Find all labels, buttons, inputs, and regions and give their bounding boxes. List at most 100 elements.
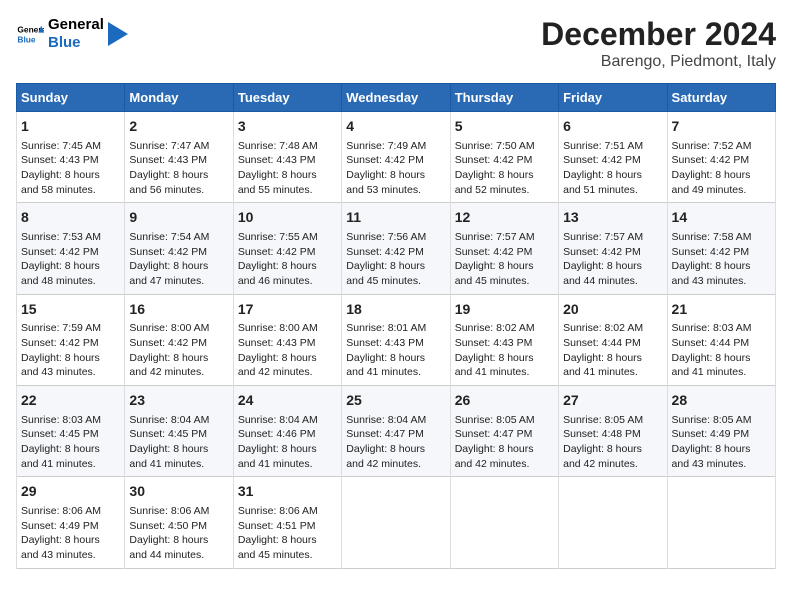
sunrise-text: Sunrise: 7:59 AM <box>21 322 101 334</box>
day-of-week-header: Saturday <box>667 84 775 112</box>
day-number: 9 <box>129 208 228 228</box>
day-number: 2 <box>129 117 228 137</box>
logo-blue-text: Blue <box>48 34 104 52</box>
sunrise-text: Sunrise: 7:54 AM <box>129 231 209 243</box>
calendar-cell: 27Sunrise: 8:05 AMSunset: 4:48 PMDayligh… <box>559 386 667 477</box>
sunset-text: Sunset: 4:42 PM <box>238 246 316 258</box>
day-number: 7 <box>672 117 771 137</box>
day-number: 10 <box>238 208 337 228</box>
daylight-text: Daylight: 8 hoursand 49 minutes. <box>672 169 751 196</box>
sunset-text: Sunset: 4:43 PM <box>238 154 316 166</box>
calendar-cell: 31 Sunrise: 8:06 AM Sunset: 4:51 PM Dayligh… <box>233 477 341 568</box>
day-number: 30 <box>129 482 228 502</box>
logo-icon: General Blue <box>16 20 44 48</box>
page-header: General Blue General Blue December 2024 … <box>16 16 776 71</box>
daylight-text: Daylight: 8 hoursand 45 minutes. <box>238 534 317 561</box>
sunset-text: Sunset: 4:45 PM <box>21 428 99 440</box>
calendar-cell <box>450 477 558 568</box>
sunset-text: Sunset: 4:42 PM <box>563 154 641 166</box>
sunrise-text: Sunrise: 8:02 AM <box>563 322 643 334</box>
sunset-text: Sunset: 4:46 PM <box>238 428 316 440</box>
day-number: 31 <box>238 482 337 502</box>
sunrise-text: Sunrise: 8:06 AM <box>238 505 318 517</box>
daylight-text: Daylight: 8 hoursand 48 minutes. <box>21 260 100 287</box>
day-number: 22 <box>21 391 120 411</box>
daylight-text: Daylight: 8 hoursand 53 minutes. <box>346 169 425 196</box>
daylight-text: Daylight: 8 hoursand 43 minutes. <box>672 260 751 287</box>
calendar-cell: 3Sunrise: 7:48 AMSunset: 4:43 PMDaylight… <box>233 112 341 203</box>
sunset-text: Sunset: 4:42 PM <box>129 337 207 349</box>
sunrise-text: Sunrise: 8:05 AM <box>455 414 535 426</box>
sunset-text: Sunset: 4:50 PM <box>129 520 207 532</box>
sunset-text: Sunset: 4:42 PM <box>563 246 641 258</box>
sunset-text: Sunset: 4:42 PM <box>672 246 750 258</box>
sunset-text: Sunset: 4:42 PM <box>672 154 750 166</box>
sunset-text: Sunset: 4:42 PM <box>455 246 533 258</box>
sunrise-text: Sunrise: 7:47 AM <box>129 140 209 152</box>
calendar-cell: 12Sunrise: 7:57 AMSunset: 4:42 PMDayligh… <box>450 203 558 294</box>
sunset-text: Sunset: 4:44 PM <box>672 337 750 349</box>
day-number: 29 <box>21 482 120 502</box>
day-number: 19 <box>455 300 554 320</box>
sunrise-text: Sunrise: 7:53 AM <box>21 231 101 243</box>
day-number: 5 <box>455 117 554 137</box>
calendar-cell: 28Sunrise: 8:05 AMSunset: 4:49 PMDayligh… <box>667 386 775 477</box>
sunrise-text: Sunrise: 7:57 AM <box>563 231 643 243</box>
day-of-week-header: Tuesday <box>233 84 341 112</box>
daylight-text: Daylight: 8 hoursand 42 minutes. <box>455 443 534 470</box>
day-number: 23 <box>129 391 228 411</box>
calendar-cell: 30 Sunrise: 8:06 AM Sunset: 4:50 PM Dayligh… <box>125 477 233 568</box>
calendar-cell: 22Sunrise: 8:03 AMSunset: 4:45 PMDayligh… <box>17 386 125 477</box>
sunrise-text: Sunrise: 7:52 AM <box>672 140 752 152</box>
sunrise-text: Sunrise: 8:06 AM <box>129 505 209 517</box>
daylight-text: Daylight: 8 hoursand 44 minutes. <box>129 534 208 561</box>
sunset-text: Sunset: 4:44 PM <box>563 337 641 349</box>
daylight-text: Daylight: 8 hoursand 42 minutes. <box>129 352 208 379</box>
calendar-cell: 19Sunrise: 8:02 AMSunset: 4:43 PMDayligh… <box>450 294 558 385</box>
day-of-week-header: Sunday <box>17 84 125 112</box>
day-number: 17 <box>238 300 337 320</box>
calendar-cell: 29Sunrise: 8:06 AMSunset: 4:49 PMDayligh… <box>17 477 125 568</box>
day-number: 27 <box>563 391 662 411</box>
day-number: 25 <box>346 391 445 411</box>
calendar-cell: 4Sunrise: 7:49 AMSunset: 4:42 PMDaylight… <box>342 112 450 203</box>
daylight-text: Daylight: 8 hoursand 41 minutes. <box>455 352 534 379</box>
calendar-header-row: SundayMondayTuesdayWednesdayThursdayFrid… <box>17 84 776 112</box>
logo-arrow-icon <box>108 22 128 46</box>
sunrise-text: Sunrise: 8:03 AM <box>21 414 101 426</box>
daylight-text: Daylight: 8 hoursand 42 minutes. <box>238 352 317 379</box>
calendar-cell: 17Sunrise: 8:00 AMSunset: 4:43 PMDayligh… <box>233 294 341 385</box>
sunrise-text: Sunrise: 8:05 AM <box>672 414 752 426</box>
sunset-text: Sunset: 4:42 PM <box>129 246 207 258</box>
calendar-cell: 9Sunrise: 7:54 AMSunset: 4:42 PMDaylight… <box>125 203 233 294</box>
sunrise-text: Sunrise: 8:01 AM <box>346 322 426 334</box>
calendar-cell: 10Sunrise: 7:55 AMSunset: 4:42 PMDayligh… <box>233 203 341 294</box>
daylight-text: Daylight: 8 hoursand 58 minutes. <box>21 169 100 196</box>
sunset-text: Sunset: 4:43 PM <box>129 154 207 166</box>
sunset-text: Sunset: 4:51 PM <box>238 520 316 532</box>
day-number: 8 <box>21 208 120 228</box>
day-number: 16 <box>129 300 228 320</box>
sunset-text: Sunset: 4:42 PM <box>21 337 99 349</box>
sunset-text: Sunset: 4:45 PM <box>129 428 207 440</box>
daylight-text: Daylight: 8 hoursand 41 minutes. <box>563 352 642 379</box>
day-number: 6 <box>563 117 662 137</box>
day-of-week-header: Friday <box>559 84 667 112</box>
sunrise-text: Sunrise: 7:55 AM <box>238 231 318 243</box>
daylight-text: Daylight: 8 hoursand 41 minutes. <box>672 352 751 379</box>
sunset-text: Sunset: 4:43 PM <box>455 337 533 349</box>
sunset-text: Sunset: 4:42 PM <box>346 246 424 258</box>
sunrise-text: Sunrise: 7:58 AM <box>672 231 752 243</box>
calendar-cell: 20Sunrise: 8:02 AMSunset: 4:44 PMDayligh… <box>559 294 667 385</box>
calendar-week-row: 15Sunrise: 7:59 AMSunset: 4:42 PMDayligh… <box>17 294 776 385</box>
calendar-cell: 14Sunrise: 7:58 AMSunset: 4:42 PMDayligh… <box>667 203 775 294</box>
sunset-text: Sunset: 4:47 PM <box>455 428 533 440</box>
calendar-cell: 7 Sunrise: 7:52 AM Sunset: 4:42 PM Daylight… <box>667 112 775 203</box>
sunrise-text: Sunrise: 7:56 AM <box>346 231 426 243</box>
sunset-text: Sunset: 4:43 PM <box>21 154 99 166</box>
calendar-cell <box>559 477 667 568</box>
day-of-week-header: Monday <box>125 84 233 112</box>
day-number: 24 <box>238 391 337 411</box>
calendar-cell: 23Sunrise: 8:04 AMSunset: 4:45 PMDayligh… <box>125 386 233 477</box>
sunrise-text: Sunrise: 7:50 AM <box>455 140 535 152</box>
